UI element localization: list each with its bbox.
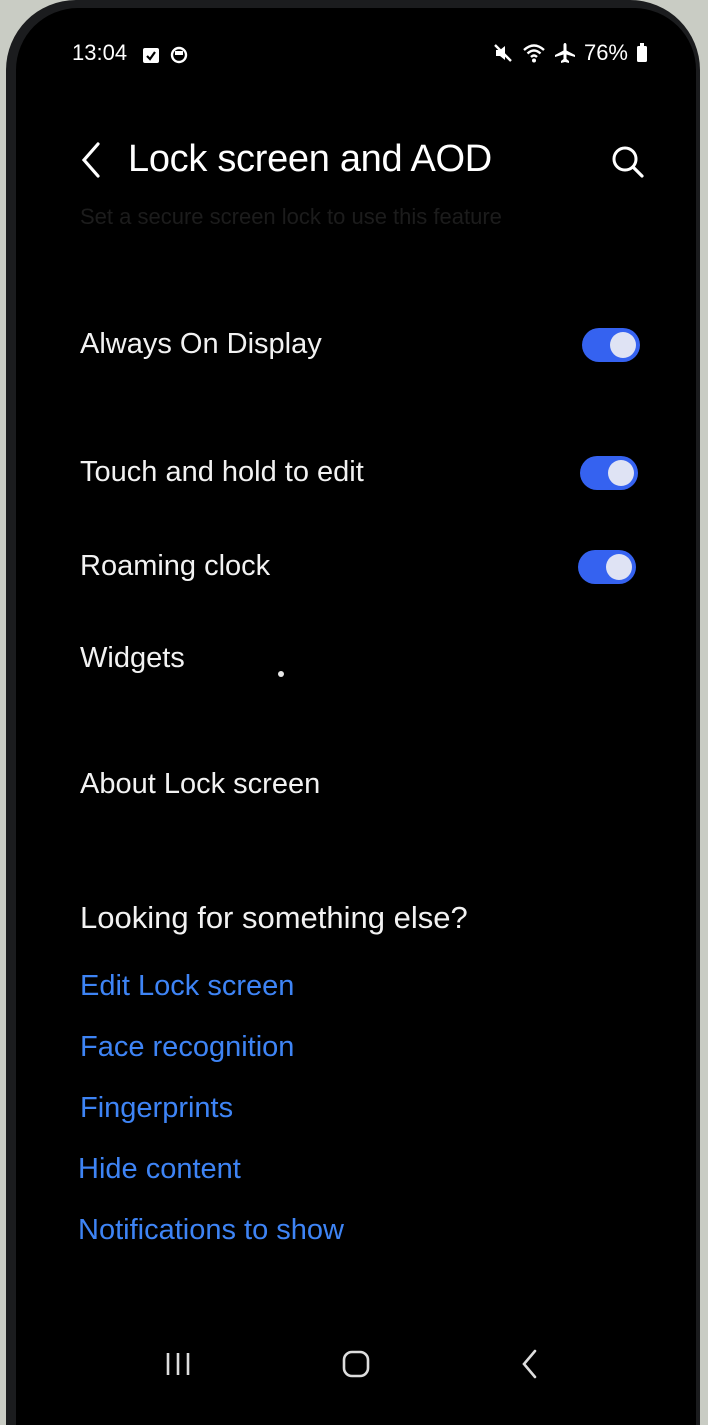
setting-touch-and-hold[interactable]: Touch and hold to edit [16,434,696,514]
recents-button[interactable] [158,1345,198,1385]
status-bar: 13:04 76% [16,38,696,72]
setting-label: About Lock screen [80,768,321,800]
status-right: 76% [492,40,648,66]
always-on-display-toggle[interactable] [582,328,640,362]
link-face-recognition[interactable]: Face recognition [80,1031,294,1064]
nav-back-button[interactable] [510,1345,550,1385]
navigation-bar [16,1345,696,1385]
circle-icon [170,44,188,64]
link-hide-content[interactable]: Hide content [78,1153,241,1186]
setting-widgets[interactable]: Widgets [16,620,696,700]
roaming-clock-toggle[interactable] [578,550,636,584]
wifi-icon [522,42,546,64]
phone-frame: 13:04 76% Lock screen and AOD Set a secu… [6,0,700,1425]
link-fingerprints[interactable]: Fingerprints [80,1092,233,1125]
search-button[interactable] [608,142,648,182]
link-notifications-to-show[interactable]: Notifications to show [78,1214,344,1247]
screen: 13:04 76% Lock screen and AOD Set a secu… [16,8,696,1425]
toggle-knob [610,332,636,358]
toggle-knob [606,554,632,580]
setting-always-on-display[interactable]: Always On Display [16,306,696,386]
mute-icon [492,42,514,64]
link-edit-lock-screen[interactable]: Edit Lock screen [80,970,294,1003]
home-icon [336,1350,376,1389]
setting-roaming-clock[interactable]: Roaming clock [16,528,696,608]
status-time: 13:04 [72,40,128,65]
setting-label: Touch and hold to edit [80,456,364,488]
touch-indicator-dot [278,671,284,677]
page-title: Lock screen and AOD [128,138,492,180]
battery-text: 76% [583,40,628,65]
chevron-left-icon [72,142,112,186]
section-heading: Looking for something else? [80,900,468,935]
back-icon [510,1349,550,1389]
setting-about-lock-screen[interactable]: About Lock screen [16,746,696,826]
setting-label: Roaming clock [80,550,271,582]
back-button[interactable] [72,138,112,182]
setting-label: Widgets [80,642,185,674]
calendar-check-icon [142,44,160,63]
touch-and-hold-toggle[interactable] [580,456,638,490]
toggle-knob [608,460,634,486]
hint-text: Set a secure screen lock to use this fea… [80,204,502,229]
app-bar: Lock screen and AOD [16,126,696,196]
home-button[interactable] [336,1345,376,1385]
search-icon [608,146,648,186]
battery-icon [636,43,648,63]
setting-label: Always On Display [80,328,322,360]
recents-icon [158,1353,198,1389]
airplane-icon [554,42,576,64]
